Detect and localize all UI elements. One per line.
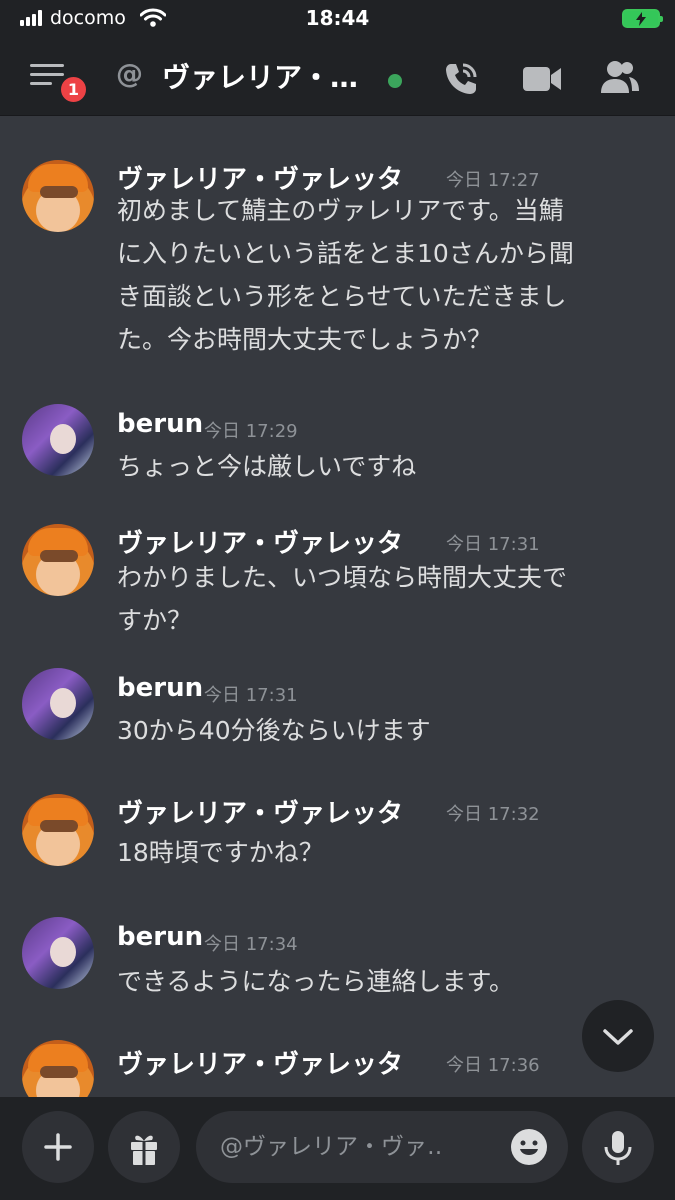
gift-button[interactable]	[108, 1111, 180, 1183]
avatar[interactable]	[22, 668, 94, 740]
message-content: できるようになったら連絡します。	[117, 967, 515, 996]
online-status-dot	[388, 74, 402, 88]
message-content: ちょっと今は厳しいですね	[117, 452, 417, 481]
status-bar: docomo 18:44	[0, 0, 675, 40]
avatar[interactable]	[22, 917, 94, 989]
timestamp: 今日 17:32	[446, 804, 540, 825]
battery-charging-icon	[622, 9, 663, 28]
timestamp: 今日 17:29	[204, 421, 298, 442]
message-list[interactable]: ヴァレリア・ヴァレッタ 今日 17:27 初めまして鯖主のヴァレリアです。当鯖 …	[0, 117, 675, 1097]
author-name[interactable]: berun	[117, 673, 203, 703]
emoji-icon[interactable]	[509, 1127, 549, 1167]
timestamp: 今日 17:36	[446, 1055, 540, 1076]
microphone-icon	[604, 1131, 632, 1165]
author-name[interactable]: berun	[117, 922, 203, 952]
unread-badge: 1	[58, 74, 89, 105]
clock: 18:44	[305, 6, 370, 30]
message-content: 初めまして鯖主のヴァレリアです。当鯖 に入りたいという話をとま10さんから聞 き…	[117, 196, 574, 354]
phone-call-icon[interactable]	[442, 60, 480, 98]
message-content: 30から40分後ならいけます	[117, 716, 431, 745]
channel-title[interactable]: ヴァレリア・…	[162, 56, 358, 96]
chevron-down-icon	[603, 1029, 633, 1045]
dm-screen: docomo 18:44 1 @ ヴァレリア・… ヴァレリア・ヴァレッタ 今日 …	[0, 0, 675, 1200]
author-name[interactable]: ヴァレリア・ヴァレッタ	[117, 523, 403, 560]
message-content: わかりました、いつ頃なら時間大丈夫で すか？	[117, 563, 568, 635]
message-composer	[0, 1097, 675, 1200]
avatar[interactable]	[22, 794, 94, 866]
jump-to-bottom-button[interactable]	[582, 1000, 654, 1072]
gift-icon	[131, 1135, 157, 1165]
avatar[interactable]	[22, 1040, 94, 1097]
members-icon[interactable]	[600, 59, 640, 95]
message-content: 18時頃ですかね？	[117, 838, 324, 867]
video-camera-icon[interactable]	[522, 64, 562, 94]
at-icon: @	[116, 59, 143, 90]
avatar[interactable]	[22, 404, 94, 476]
author-name[interactable]: berun	[117, 409, 203, 439]
author-name[interactable]: ヴァレリア・ヴァレッタ	[117, 1044, 403, 1081]
avatar[interactable]	[22, 160, 94, 232]
voice-message-button[interactable]	[582, 1111, 654, 1183]
channel-header: 1 @ ヴァレリア・…	[0, 40, 675, 116]
plus-icon	[44, 1133, 72, 1161]
add-attachment-button[interactable]	[22, 1111, 94, 1183]
author-name[interactable]: ヴァレリア・ヴァレッタ	[117, 793, 403, 830]
timestamp: 今日 17:31	[446, 534, 540, 555]
timestamp: 今日 17:31	[204, 685, 298, 706]
avatar[interactable]	[22, 524, 94, 596]
timestamp: 今日 17:34	[204, 934, 298, 955]
